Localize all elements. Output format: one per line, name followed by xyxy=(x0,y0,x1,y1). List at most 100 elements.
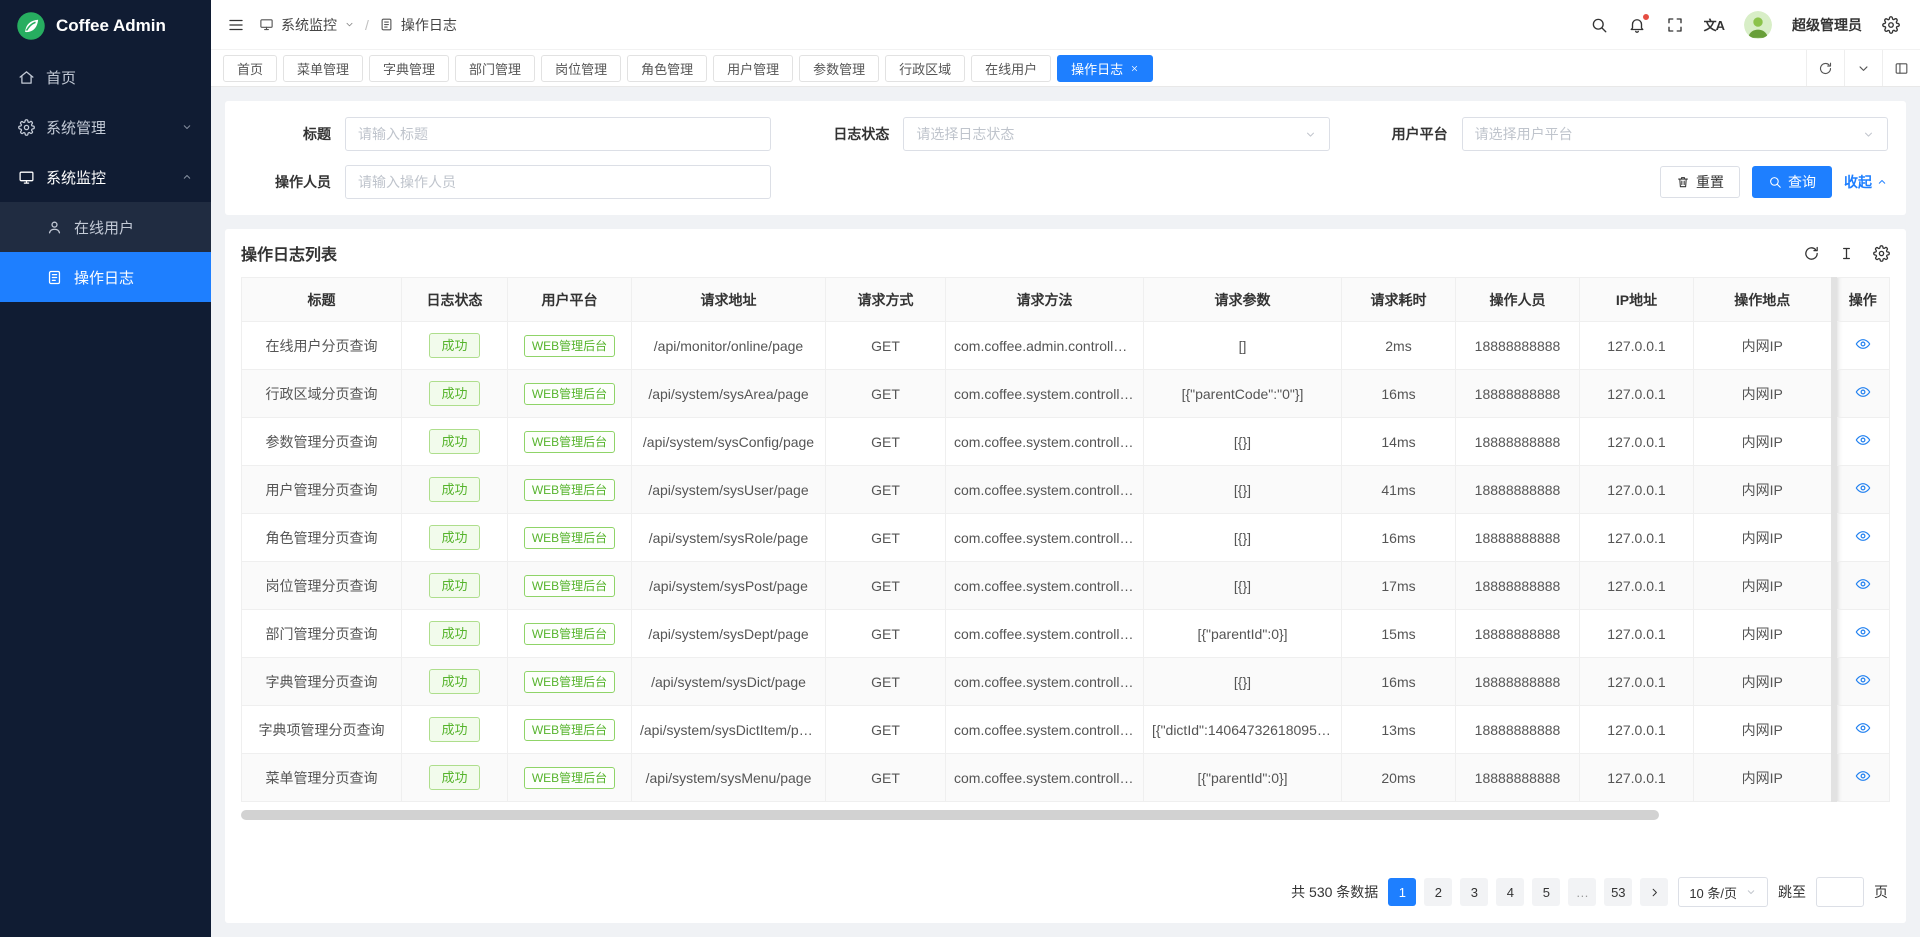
filter-card: 标题日志状态请选择日志状态用户平台请选择用户平台操作人员重置查询收起 xyxy=(225,101,1906,215)
tab-岗位管理[interactable]: 岗位管理 xyxy=(541,55,621,82)
cell-platform: WEB管理后台 xyxy=(508,562,632,610)
cell-actions xyxy=(1834,322,1890,370)
cell-url: /api/system/sysDept/page xyxy=(632,610,826,658)
view-detail-button[interactable] xyxy=(1855,336,1871,352)
cell-title: 参数管理分页查询 xyxy=(242,418,402,466)
tab-字典管理[interactable]: 字典管理 xyxy=(369,55,449,82)
view-detail-button[interactable] xyxy=(1855,720,1871,736)
view-detail-button[interactable] xyxy=(1855,768,1871,784)
card-title: 操作日志列表 xyxy=(241,241,337,265)
translate-icon[interactable]: 文A xyxy=(1704,15,1724,34)
pagination: 共 530 条数据 12345…53 10 条/页 跳至 页 xyxy=(241,863,1890,913)
collapse-filter-link[interactable]: 收起 xyxy=(1844,172,1888,192)
sidebar-item-system-monitor[interactable]: 系统监控 xyxy=(0,152,211,202)
table-row: 部门管理分页查询 成功 WEB管理后台 /api/system/sysDept/… xyxy=(242,610,1890,658)
view-detail-button[interactable] xyxy=(1855,624,1871,640)
tabbar-tools xyxy=(1806,50,1920,86)
tab-options-icon[interactable] xyxy=(1844,50,1882,86)
cell-method: GET xyxy=(826,322,946,370)
tab-首页[interactable]: 首页 xyxy=(223,55,277,82)
tab-行政区域[interactable]: 行政区域 xyxy=(885,55,965,82)
card-tools xyxy=(1803,245,1890,262)
search-icon xyxy=(1768,175,1782,189)
tab-用户管理[interactable]: 用户管理 xyxy=(713,55,793,82)
tab-参数管理[interactable]: 参数管理 xyxy=(799,55,879,82)
tab-label: 岗位管理 xyxy=(555,59,607,78)
platform-badge: WEB管理后台 xyxy=(524,383,615,405)
status-badge: 成功 xyxy=(429,621,479,646)
sidebar-item-label: 系统管理 xyxy=(46,117,170,138)
breadcrumb-item-monitor[interactable]: 系统监控 xyxy=(281,15,337,35)
cell-url: /api/system/sysPost/page xyxy=(632,562,826,610)
page-button-5[interactable]: 5 xyxy=(1532,878,1560,906)
refresh-tabs-icon[interactable] xyxy=(1806,50,1844,86)
view-detail-button[interactable] xyxy=(1855,480,1871,496)
search-button[interactable]: 查询 xyxy=(1752,166,1832,198)
row-density-icon[interactable] xyxy=(1838,245,1855,262)
tab-菜单管理[interactable]: 菜单管理 xyxy=(283,55,363,82)
sidebar-item-operation-log[interactable]: 操作日志 xyxy=(0,252,211,302)
search-icon[interactable] xyxy=(1590,16,1608,34)
cell-method: GET xyxy=(826,610,946,658)
page-size-select[interactable]: 10 条/页 xyxy=(1678,877,1768,907)
cell-platform: WEB管理后台 xyxy=(508,514,632,562)
jump-page-input[interactable] xyxy=(1816,877,1864,907)
status-badge: 成功 xyxy=(429,573,479,598)
view-detail-button[interactable] xyxy=(1855,672,1871,688)
fullscreen-icon[interactable] xyxy=(1666,16,1684,34)
log-status-select[interactable]: 请选择日志状态 xyxy=(903,117,1329,151)
tab-部门管理[interactable]: 部门管理 xyxy=(455,55,535,82)
cell-url: /api/system/sysDict/page xyxy=(632,658,826,706)
cell-title: 部门管理分页查询 xyxy=(242,610,402,658)
sidebar-item-system-management[interactable]: 系统管理 xyxy=(0,102,211,152)
platform-badge: WEB管理后台 xyxy=(524,671,615,693)
next-page-button[interactable] xyxy=(1640,878,1668,906)
pager-pages: 12345…53 xyxy=(1388,878,1668,906)
cell-operator: 18888888888 xyxy=(1456,418,1580,466)
table-row: 菜单管理分页查询 成功 WEB管理后台 /api/system/sysMenu/… xyxy=(242,754,1890,802)
table-row: 岗位管理分页查询 成功 WEB管理后台 /api/system/sysPost/… xyxy=(242,562,1890,610)
page-button-4[interactable]: 4 xyxy=(1496,878,1524,906)
notifications-icon[interactable] xyxy=(1628,16,1646,34)
scrollbar-thumb[interactable] xyxy=(241,810,1659,820)
platform-badge: WEB管理后台 xyxy=(524,479,615,501)
page-button-3[interactable]: 3 xyxy=(1460,878,1488,906)
user-platform-select[interactable]: 请选择用户平台 xyxy=(1462,117,1888,151)
tab-角色管理[interactable]: 角色管理 xyxy=(627,55,707,82)
cell-actions xyxy=(1834,514,1890,562)
page-button-1[interactable]: 1 xyxy=(1388,878,1416,906)
page-button-53[interactable]: 53 xyxy=(1604,878,1632,906)
operator-input[interactable] xyxy=(345,165,771,199)
view-detail-button[interactable] xyxy=(1855,384,1871,400)
view-detail-button[interactable] xyxy=(1855,576,1871,592)
username[interactable]: 超级管理员 xyxy=(1792,15,1862,35)
sidebar-collapse-icon[interactable] xyxy=(227,16,245,34)
tab-在线用户[interactable]: 在线用户 xyxy=(971,55,1051,82)
status-badge: 成功 xyxy=(429,717,479,742)
view-detail-button[interactable] xyxy=(1855,528,1871,544)
table-body: 在线用户分页查询 成功 WEB管理后台 /api/monitor/online/… xyxy=(242,322,1890,802)
layout-settings-icon[interactable] xyxy=(1882,50,1920,86)
cell-platform: WEB管理后台 xyxy=(508,706,632,754)
sidebar-item-online-users[interactable]: 在线用户 xyxy=(0,202,211,252)
view-detail-button[interactable] xyxy=(1855,432,1871,448)
page-button-2[interactable]: 2 xyxy=(1424,878,1452,906)
column-header-9: IP地址 xyxy=(1580,278,1694,322)
tab-label: 部门管理 xyxy=(469,59,521,78)
sidebar-item-home[interactable]: 首页 xyxy=(0,52,211,102)
reset-button[interactable]: 重置 xyxy=(1660,166,1740,198)
cell-ip: 127.0.0.1 xyxy=(1580,466,1694,514)
cell-operator: 18888888888 xyxy=(1456,466,1580,514)
tab-操作日志[interactable]: 操作日志 xyxy=(1057,55,1153,82)
refresh-table-icon[interactable] xyxy=(1803,245,1820,262)
cell-method: GET xyxy=(826,370,946,418)
home-icon xyxy=(18,69,35,86)
cell-method: GET xyxy=(826,754,946,802)
settings-gear-icon[interactable] xyxy=(1882,16,1900,34)
avatar[interactable] xyxy=(1744,11,1772,39)
title-input[interactable] xyxy=(345,117,771,151)
column-settings-icon[interactable] xyxy=(1873,245,1890,262)
close-tab-icon[interactable] xyxy=(1130,64,1139,73)
column-header-10: 操作地点 xyxy=(1694,278,1834,322)
sidebar-item-label: 在线用户 xyxy=(74,217,193,238)
